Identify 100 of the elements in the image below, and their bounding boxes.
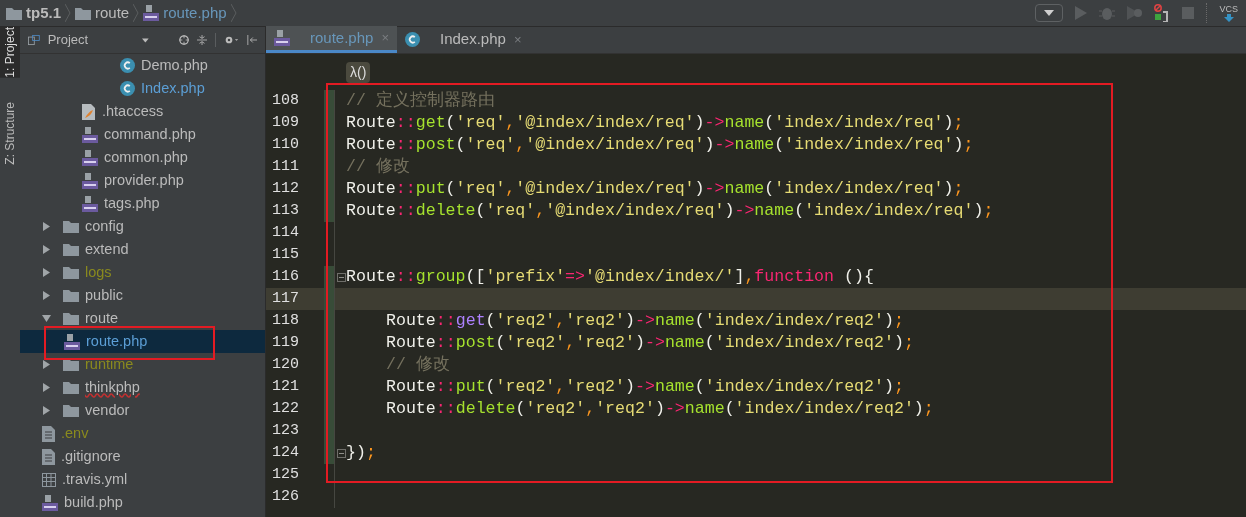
line-number: 125 [271,464,300,485]
tree-item[interactable]: route.php [20,330,265,353]
line-number: 108 [271,90,300,111]
php-file-icon [143,5,160,21]
collapse-icon[interactable] [196,34,207,46]
text-file-icon [42,448,55,465]
collapsed-arrow-icon[interactable] [42,291,51,300]
code-line: 109 Route::get('req','@index/index/req')->name('index/index/req'); [266,112,1246,134]
chevron-icon [65,4,71,22]
hide-panel-icon[interactable] [246,34,257,46]
tree-item[interactable]: common.php [20,146,265,169]
line-number: 126 [271,486,300,507]
plug-icon[interactable] [1154,4,1171,22]
tree-item[interactable]: build.php [20,491,265,514]
tree-item[interactable]: .htaccess [20,100,265,123]
code-line: 108 // 定义控制器路由 [266,90,1246,112]
tree-item[interactable]: .gitignore [20,445,265,468]
folder-icon [63,289,79,302]
php-file-icon [82,126,98,143]
php-file-icon [82,195,98,212]
folder-icon [63,312,79,325]
php-file-icon [82,149,98,166]
code-line: 120 // 修改 [266,354,1246,376]
feather-file-icon [82,103,96,120]
vcs-update-button[interactable]: VCS [1219,4,1238,22]
tree-item[interactable]: command.php [20,123,265,146]
collapsed-arrow-icon[interactable] [42,222,51,231]
folder-icon [63,381,79,394]
settings-icon[interactable] [223,34,239,46]
line-number: 118 [271,310,300,331]
code-line: 118 Route::get('req2','req2')->name('index/index/req2'); [266,310,1246,332]
php-file-icon [82,172,98,189]
expanded-arrow-icon[interactable] [42,314,51,323]
line-number: 121 [271,376,300,397]
line-number: 117 [271,288,300,309]
table-file-icon [42,472,56,487]
tree-item[interactable]: runtime [20,353,265,376]
line-number: 124 [271,442,300,463]
breadcrumb[interactable]: route.php [163,1,227,25]
change-marker [324,90,334,112]
scope-chip[interactable]: λ() [346,61,371,83]
tree-item[interactable]: logs [20,261,265,284]
collapsed-arrow-icon[interactable] [42,383,51,392]
change-marker [324,200,334,222]
tree-item[interactable]: vendor [20,399,265,422]
collapsed-arrow-icon[interactable] [42,406,51,415]
folder-icon [63,266,79,279]
text-file-icon [42,425,55,442]
breadcrumb[interactable]: route [95,1,130,25]
tree-item[interactable]: .travis.yml [20,468,265,491]
code-line: 119 Route::post('req2','req2')->name('index/index/req2'); [266,332,1246,354]
tool-window-tab[interactable]: 1: Project [0,27,20,78]
folder-icon [6,6,22,20]
php-file-icon [274,30,290,46]
line-number: 120 [271,354,300,375]
tool-window-tab[interactable]: Z: Structure [0,101,20,165]
breadcrumb[interactable]: tp5.1 [26,1,61,25]
code-line: 121 Route::put('req2','req2')->name('index/index/req2'); [266,376,1246,398]
line-number: 111 [271,156,300,177]
folder-icon [63,220,79,233]
code-line: 124 }); [266,442,1246,464]
php-file-icon [64,333,80,350]
tree-item[interactable]: thinkphp [20,376,265,399]
class-c-icon [405,32,420,47]
down-arrow-icon [1223,13,1234,22]
tree-item[interactable]: route [20,307,265,330]
run-configuration-dropdown[interactable] [1035,4,1064,22]
tree-item[interactable]: Demo.php [20,54,265,77]
line-number: 123 [271,420,300,441]
dropdown-caret-icon[interactable] [142,37,149,43]
change-marker [324,442,334,464]
code-line: 112 Route::put('req','@index/index/req')->name('index/index/req'); [266,178,1246,200]
tree-item[interactable]: tags.php [20,192,265,215]
tree-item[interactable]: Index.php [20,77,265,100]
project-view-icon [28,34,40,46]
tree-item[interactable]: provider.php [20,169,265,192]
panel-title: Project [47,31,89,50]
collapsed-arrow-icon[interactable] [42,360,51,369]
class-c-icon [120,81,135,96]
code-line: 113 Route::delete('req','@index/index/req')->name('index/index/req'); [266,200,1246,222]
line-number: 110 [271,134,300,155]
tree-item[interactable]: extend [20,238,265,261]
line-number: 112 [271,178,300,199]
line-number: 122 [271,398,300,419]
folder-icon [63,243,79,256]
tree-item[interactable]: config [20,215,265,238]
chevron-icon [133,4,140,22]
code-line: 122 Route::delete('req2','req2')->name('index/index/req2'); [266,398,1246,420]
fold-marker-icon[interactable] [337,448,346,458]
folder-icon [63,404,79,417]
editor-tab[interactable]: Index.php × [397,26,530,53]
collapsed-arrow-icon[interactable] [42,268,51,277]
tree-item[interactable]: .env [20,422,265,445]
fold-marker-icon[interactable] [337,272,346,282]
folder-icon [75,6,91,20]
line-number: 119 [271,332,300,353]
line-number: 109 [271,112,300,133]
tree-item[interactable]: public [20,284,265,307]
locate-icon[interactable] [178,34,189,46]
collapsed-arrow-icon[interactable] [42,245,51,254]
